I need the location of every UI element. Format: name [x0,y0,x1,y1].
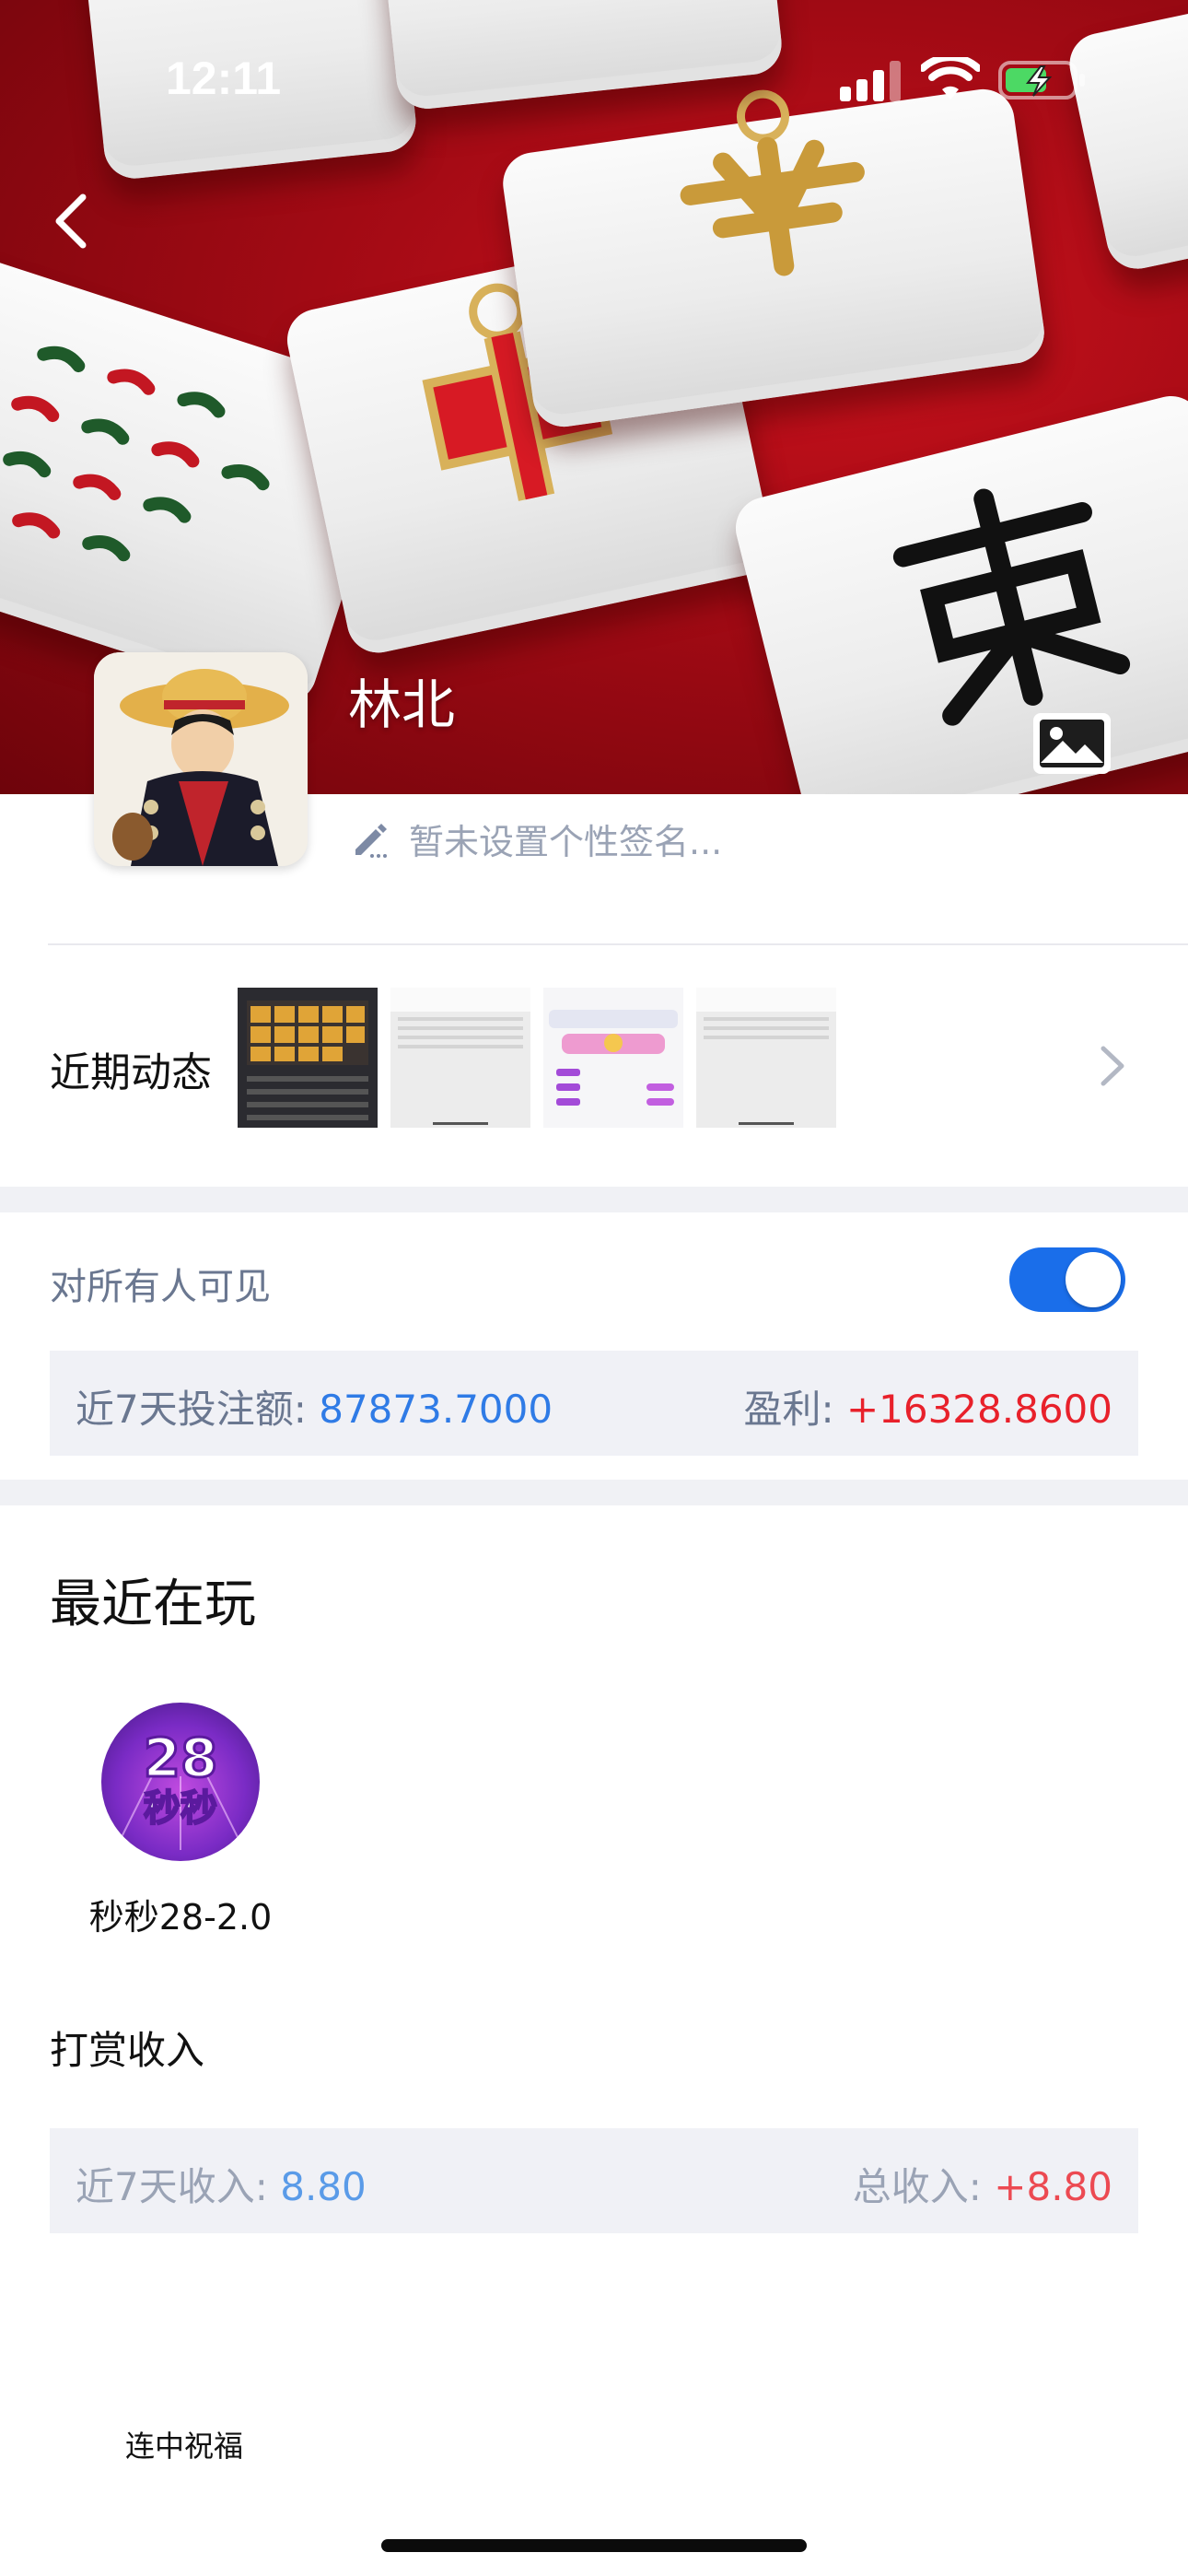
bet-amount-value: 87873.7000 [319,1387,553,1432]
screenshot-image [390,988,530,1125]
section-separator [0,1187,1188,1212]
signature-placeholder: 暂未设置个性签名... [409,821,723,862]
screenshot-image [696,988,836,1125]
recent-income: 近7天收入: 8.80 [76,2156,367,2212]
activity-thumbnail[interactable] [390,988,530,1128]
miaomiao28-logo-icon: 28 秒秒 [119,1726,240,1850]
recent-activity-thumbnails [238,988,836,1128]
toggle-knob [1066,1252,1121,1307]
back-chevron-icon[interactable] [42,184,107,258]
battery-charging-icon [998,61,1085,100]
game-logo-number: 28 [144,1727,218,1789]
total-income-label: 总收入: [852,2164,995,2209]
section-separator [0,1480,1188,1505]
username: 林北 [348,673,456,736]
profit-value: +16328.8600 [845,1387,1112,1432]
recent-income-label: 近7天收入: [76,2164,281,2209]
signature-row[interactable]: 暂未设置个性签名... [350,811,722,866]
avatar-character-image [94,652,308,866]
chevron-right-icon[interactable] [1096,1041,1129,1091]
profit-label: 盈利: [743,1387,846,1432]
recent-income-value: 8.80 [280,2164,367,2209]
wifi-icon [921,57,980,100]
divider [48,943,1188,945]
game-icon[interactable]: 28 秒秒 [101,1703,260,1861]
activity-thumbnail[interactable] [238,988,378,1128]
recent-activity-label: 近期动态 [50,1049,212,1096]
recently-playing-title: 最近在玩 [50,1575,256,1634]
avatar[interactable] [94,652,308,866]
profit: 盈利: +16328.8600 [743,1378,1112,1434]
game-name: 秒秒28-2.0 [88,1897,273,1938]
tip-income-title: 打赏收入 [50,2028,205,2073]
bet-amount-label: 近7天投注额: [76,1387,320,1432]
change-cover-image-icon[interactable] [1031,711,1112,776]
visibility-toggle[interactable] [1009,1247,1125,1312]
recent-activity-row[interactable]: 近期动态 [0,973,1188,1157]
game-screenshot-image [247,1001,368,1120]
gift-label: 连中祝福 [125,2429,244,2464]
total-income-value: +8.80 [994,2164,1112,2209]
tip-income-panel: 近7天收入: 8.80 总收入: +8.80 [50,2128,1138,2233]
screenshot-image [543,988,683,1128]
mahjong-tile-east [728,389,1188,794]
bet-amount: 近7天投注额: 87873.7000 [76,1378,553,1434]
betting-stats-panel: 近7天投注额: 87873.7000 盈利: +16328.8600 [50,1351,1138,1456]
edit-pencil-icon [355,824,387,858]
status-time: 12:11 [166,53,282,104]
visibility-label: 对所有人可见 [50,1266,271,1308]
total-income: 总收入: +8.80 [853,2156,1112,2212]
activity-thumbnail[interactable] [543,988,683,1128]
activity-thumbnail[interactable] [696,988,836,1128]
east-glyph-icon [892,488,1131,726]
cellular-signal-icon [840,61,901,101]
game-logo-text: 秒秒 [144,1787,217,1830]
status-bar: 12:11 [0,0,1188,147]
home-indicator[interactable] [381,2539,807,2552]
